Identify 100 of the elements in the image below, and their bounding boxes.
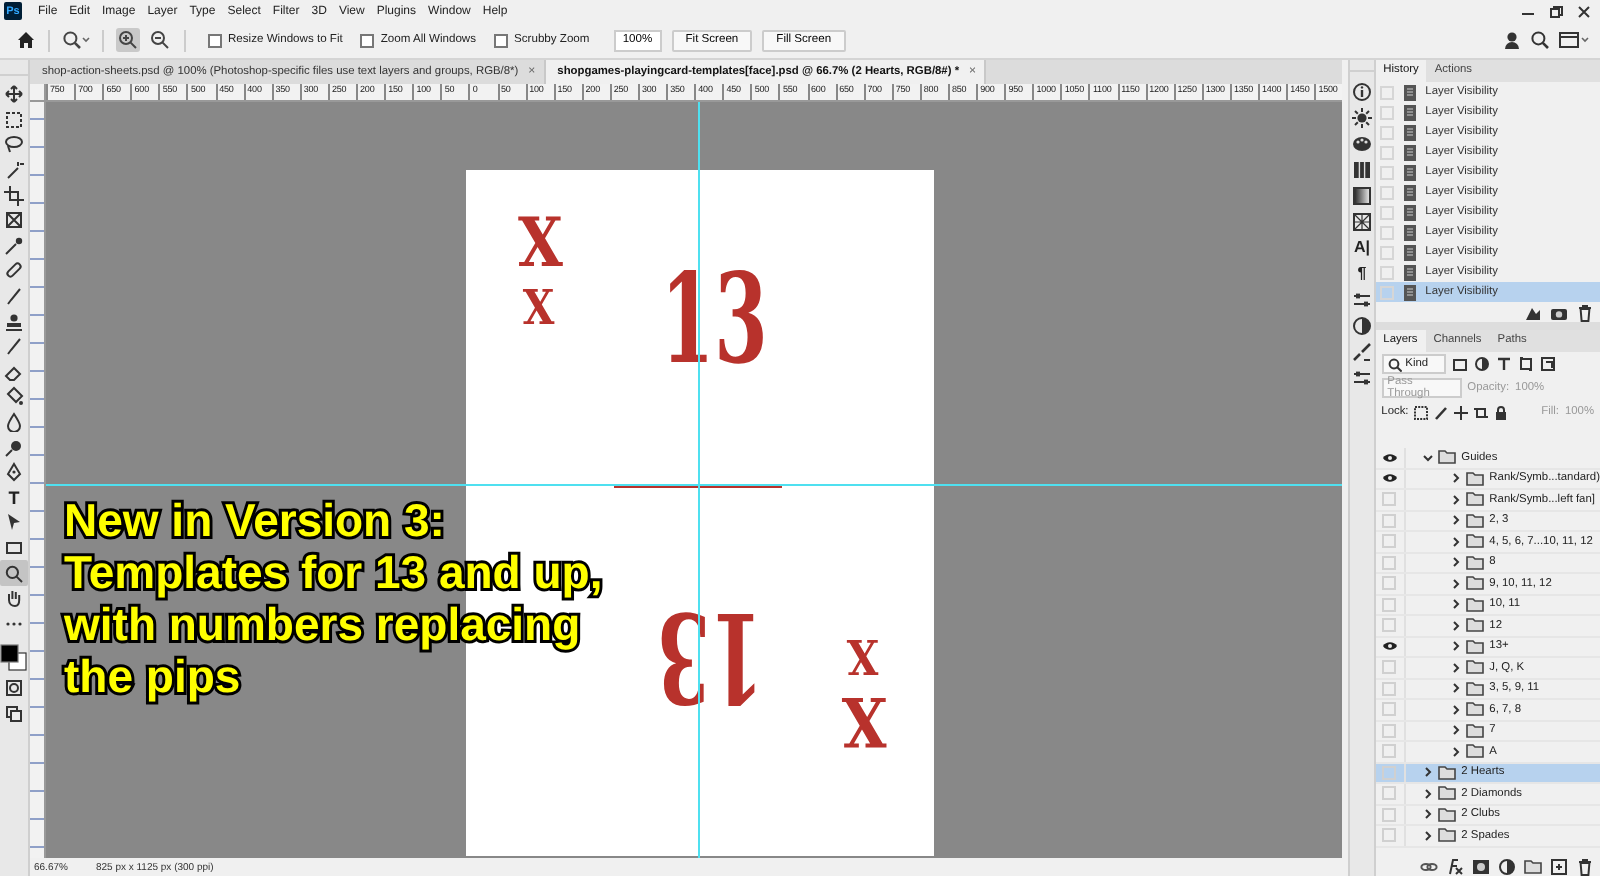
close-icon[interactable] [1576,3,1592,19]
checkbox[interactable] [208,33,222,47]
zoom-in-icon[interactable] [116,28,140,52]
sliders-icon[interactable] [1351,289,1372,309]
marquee-icon[interactable] [4,109,24,130]
chevron-right-icon[interactable] [1449,535,1462,548]
folder-icon [1465,721,1486,740]
zoom-out-icon[interactable] [148,28,172,52]
type-filter-icon[interactable] [1495,356,1512,372]
chevron-right-icon[interactable] [1449,724,1462,737]
chevron-right-icon[interactable] [1449,493,1462,506]
workspace-icon[interactable] [1558,30,1590,50]
trash-icon[interactable] [1576,303,1594,321]
lock-icon[interactable] [1494,405,1509,419]
eyedropper-icon[interactable] [4,235,24,256]
smart-object-filter-icon[interactable] [1539,356,1556,372]
checkbox[interactable] [494,33,509,47]
stamp-icon[interactable] [4,311,24,332]
folder-icon [1437,763,1458,782]
magnifier-icon[interactable] [4,563,24,584]
type-tool[interactable]: T [0,485,28,511]
chevron-right-icon[interactable] [1449,682,1462,695]
person-icon[interactable] [1502,30,1522,50]
image-filter-icon[interactable] [1451,356,1468,372]
chevron-right-icon[interactable] [1421,766,1434,779]
camera-icon[interactable] [1550,303,1568,321]
suit-pip: X [846,632,879,680]
lock-pixels-icon[interactable] [1414,405,1429,419]
move-icon[interactable] [1454,405,1469,419]
checkbox[interactable] [360,33,375,47]
mask-icon[interactable] [4,678,24,699]
chevron-right-icon[interactable] [1449,514,1462,527]
trash-icon[interactable] [1576,857,1594,875]
suit-pip: X [841,686,887,754]
chevron-down-icon[interactable] [1421,451,1434,464]
effects-icon[interactable] [1446,857,1464,875]
folder-icon[interactable] [1524,857,1542,875]
brush-icon[interactable] [1434,405,1449,419]
new-layer-icon[interactable] [1550,857,1568,875]
hand-icon[interactable] [4,588,24,609]
chevron-right-icon[interactable] [1449,577,1462,590]
pattern-icon[interactable] [1351,211,1372,231]
sliders-icon[interactable] [1351,367,1372,387]
brush-icon[interactable] [4,336,24,357]
chevron-right-icon[interactable] [1449,745,1462,758]
chevron-right-icon[interactable] [1449,598,1462,611]
folder-icon [1465,616,1486,635]
adjustment-filter-icon[interactable] [1473,356,1490,372]
chevron-right-icon[interactable] [1449,661,1462,674]
chevron-right-icon[interactable] [1449,472,1462,485]
info-icon[interactable] [1351,81,1372,101]
chevron-right-icon[interactable] [1421,808,1434,821]
search-icon[interactable] [1530,30,1550,50]
eye-icon[interactable] [1381,640,1398,653]
screen-mode-icon[interactable] [4,703,24,724]
eraser-icon[interactable] [4,361,24,382]
chevron-right-icon[interactable] [1421,829,1434,842]
brushes-icon[interactable] [1351,341,1372,361]
pen-icon[interactable] [4,462,24,483]
suit-pip: X [517,210,563,278]
bucket-icon[interactable] [4,386,24,407]
folder-icon [1437,826,1458,845]
chevron-right-icon[interactable] [1449,619,1462,632]
move-icon[interactable] [4,84,24,105]
bandage-icon[interactable] [4,260,24,281]
arrow-cursor-icon[interactable] [4,512,24,533]
drop-icon[interactable] [4,412,24,433]
sun-icon[interactable] [1351,107,1372,127]
document-icon [1401,163,1418,181]
rectangle-icon[interactable] [4,537,24,558]
document-icon [1401,203,1418,221]
chevron-right-icon[interactable] [1421,787,1434,800]
gradient-icon[interactable] [1351,185,1372,205]
brush-icon[interactable] [4,286,24,307]
crop-icon[interactable] [4,185,24,206]
chevron-right-icon[interactable] [1449,640,1462,653]
mask-icon[interactable] [1472,857,1490,875]
wand-icon[interactable] [4,160,24,181]
eye-icon[interactable] [1381,451,1398,464]
chevron-right-icon[interactable] [1449,556,1462,569]
link-icon[interactable] [1420,857,1438,875]
palette-icon[interactable] [1351,133,1372,153]
lasso-icon[interactable] [4,134,24,155]
artboard-icon[interactable] [1474,405,1489,419]
magnifier-icon[interactable] [62,30,90,50]
panel-icon[interactable]: A| [1353,234,1370,260]
home-icon[interactable] [16,30,36,50]
shape-filter-icon[interactable] [1517,356,1534,372]
panel-icon[interactable]: ¶ [1357,260,1367,286]
eye-icon[interactable] [1381,472,1398,485]
document-icon [1401,283,1418,301]
adjust-icon[interactable] [1498,857,1516,875]
dodge-icon[interactable] [4,437,24,458]
restore-icon[interactable] [1548,3,1564,19]
frame-icon[interactable] [4,210,24,231]
chevron-right-icon[interactable] [1449,703,1462,716]
swatches-grid-icon[interactable] [1351,159,1372,179]
adjust-icon[interactable] [1351,315,1372,335]
document-icon [1401,243,1418,261]
color-swatches-icon[interactable] [0,644,28,673]
